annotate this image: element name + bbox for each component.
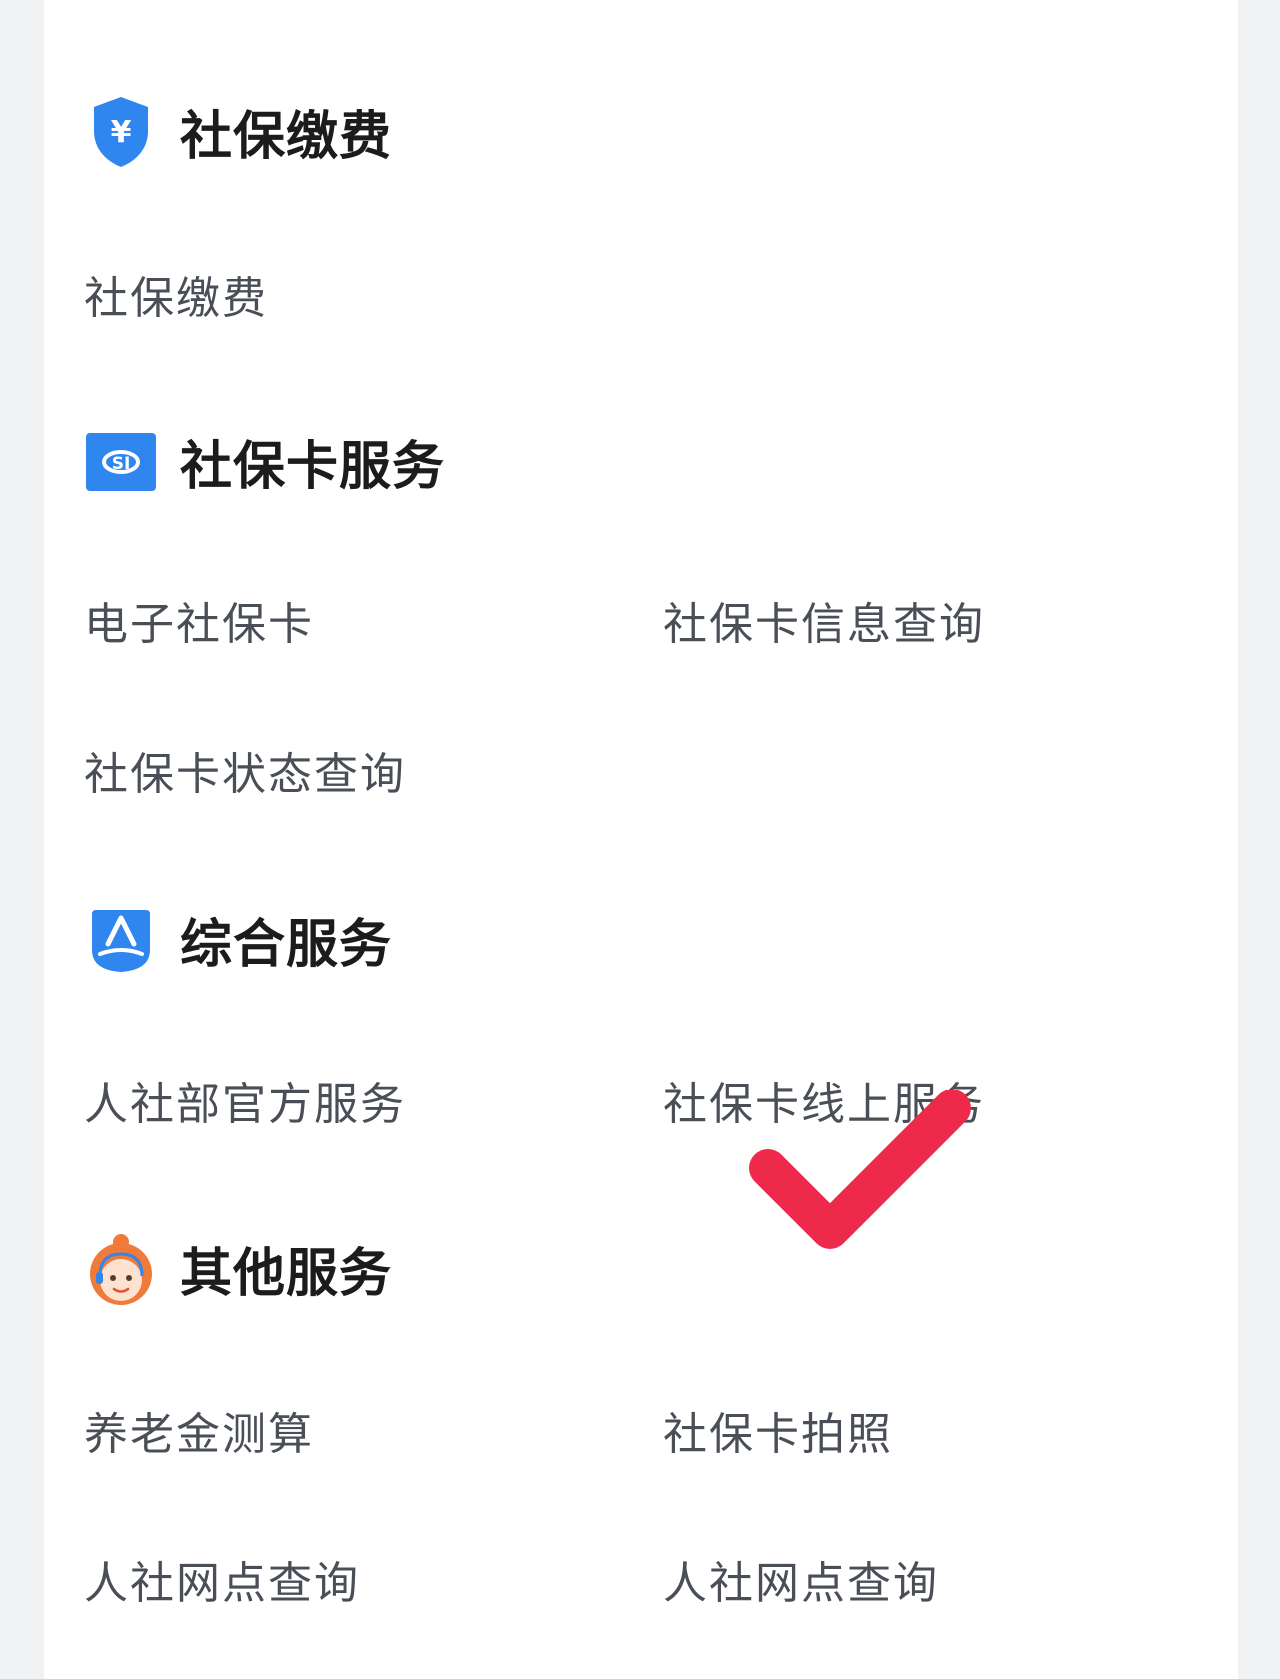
social-security-card-icon: SI	[84, 425, 158, 499]
section-title: 社保缴费	[180, 107, 393, 167]
list-item-pension-calculator[interactable]: 养老金测算	[84, 1398, 314, 1462]
list-item-card-info-query[interactable]: 社保卡信息查询	[663, 588, 985, 652]
list-item-payment[interactable]: 社保缴费	[84, 262, 268, 326]
section-header-payment: ¥ 社保缴费	[84, 94, 392, 169]
person-service-icon	[84, 903, 158, 977]
list-item-mohrss-official[interactable]: 人社部官方服务	[84, 1068, 406, 1132]
list-item-card-status-query[interactable]: 社保卡状态查询	[84, 738, 406, 802]
section-title: 综合服务	[180, 915, 393, 975]
svg-text:¥: ¥	[111, 115, 132, 150]
svg-text:SI: SI	[112, 454, 131, 474]
section-header-general-service: 综合服务	[84, 902, 392, 977]
section-title: 社保卡服务	[180, 437, 446, 497]
list-item-outlet-query-2[interactable]: 人社网点查询	[663, 1547, 939, 1611]
customer-service-avatar-icon	[84, 1232, 158, 1306]
section-header-card-service: SI 社保卡服务	[84, 424, 445, 499]
section-header-other-service: 其他服务	[84, 1231, 392, 1306]
shield-yuan-icon: ¥	[84, 95, 158, 169]
list-item-e-card[interactable]: 电子社保卡	[84, 588, 314, 652]
list-item-outlet-query[interactable]: 人社网点查询	[84, 1547, 360, 1611]
list-item-card-online-service[interactable]: 社保卡线上服务	[663, 1068, 985, 1132]
list-item-card-photo[interactable]: 社保卡拍照	[663, 1398, 893, 1462]
section-title: 其他服务	[180, 1244, 393, 1304]
